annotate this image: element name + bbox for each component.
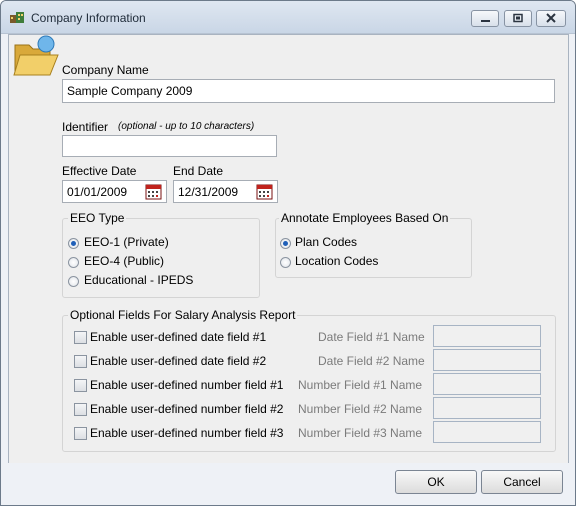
radio-educational-ipeds[interactable] — [68, 276, 79, 287]
cancel-button[interactable]: Cancel — [481, 470, 563, 494]
effective-date-input[interactable]: 01/01/2009 — [62, 180, 167, 203]
number-field-1-checkbox-label[interactable]: Enable user-defined number field #1 — [90, 378, 283, 392]
open-folder-icon — [12, 35, 60, 82]
company-app-icon — [9, 10, 25, 24]
calendar-icon[interactable] — [256, 183, 274, 201]
location-codes-label[interactable]: Location Codes — [295, 254, 378, 268]
radio-plan-codes[interactable] — [280, 238, 291, 249]
close-button[interactable] — [536, 10, 566, 27]
number-field-2-checkbox-label[interactable]: Enable user-defined number field #2 — [90, 402, 283, 416]
number-field-3-checkbox-label[interactable]: Enable user-defined number field #3 — [90, 426, 283, 440]
optional-fields-title: Optional Fields For Salary Analysis Repo… — [68, 308, 298, 322]
date-field-2-name-label: Date Field #2 Name — [318, 354, 425, 368]
number-field-1-name-label: Number Field #1 Name — [298, 378, 423, 392]
close-icon — [546, 13, 556, 23]
educational-ipeds-label[interactable]: Educational - IPEDS — [84, 273, 193, 287]
number-field-3-name-input[interactable] — [433, 421, 541, 443]
date-field-2-name-input[interactable] — [433, 349, 541, 371]
eeo1-label[interactable]: EEO-1 (Private) — [84, 235, 169, 249]
effective-date-value: 01/01/2009 — [67, 185, 128, 199]
company-name-input[interactable]: Sample Company 2009 — [62, 79, 555, 103]
radio-location-codes[interactable] — [280, 257, 291, 268]
checkbox-date-field-2[interactable] — [74, 355, 87, 368]
company-information-window: Company Information Company Name Sample … — [0, 0, 576, 506]
company-name-label: Company Name — [62, 63, 149, 77]
end-date-value: 12/31/2009 — [178, 185, 239, 199]
number-field-2-name-input[interactable] — [433, 397, 541, 419]
minimize-button[interactable] — [471, 10, 499, 27]
checkbox-number-field-1[interactable] — [74, 379, 87, 392]
number-field-3-name-label: Number Field #3 Name — [298, 426, 423, 440]
radio-eeo1[interactable] — [68, 238, 79, 249]
end-date-input[interactable]: 12/31/2009 — [173, 180, 278, 203]
identifier-label: Identifier — [62, 120, 109, 134]
date-field-2-checkbox-label[interactable]: Enable user-defined date field #2 — [90, 354, 266, 368]
identifier-input[interactable] — [62, 135, 277, 157]
effective-date-label: Effective Date — [62, 164, 137, 178]
dialog-body: Company Name Sample Company 2009 Identif… — [8, 34, 569, 464]
eeo4-label[interactable]: EEO-4 (Public) — [84, 254, 164, 268]
plan-codes-label[interactable]: Plan Codes — [295, 235, 357, 249]
checkbox-number-field-2[interactable] — [74, 403, 87, 416]
date-field-1-name-label: Date Field #1 Name — [318, 330, 425, 344]
restore-button[interactable] — [504, 10, 532, 27]
calendar-icon[interactable] — [145, 183, 163, 201]
annotate-title: Annotate Employees Based On — [279, 211, 451, 225]
window-title: Company Information — [31, 11, 146, 25]
restore-icon — [513, 13, 523, 23]
radio-eeo4[interactable] — [68, 257, 79, 268]
end-date-label: End Date — [173, 164, 224, 178]
number-field-1-name-input[interactable] — [433, 373, 541, 395]
identifier-hint: (optional - up to 10 characters) — [118, 121, 255, 132]
number-field-2-name-label: Number Field #2 Name — [298, 402, 423, 416]
eeo-type-title: EEO Type — [68, 211, 127, 225]
minimize-icon — [481, 20, 490, 22]
title-bar[interactable]: Company Information — [1, 1, 575, 34]
checkbox-number-field-3[interactable] — [74, 427, 87, 440]
date-field-1-checkbox-label[interactable]: Enable user-defined date field #1 — [90, 330, 266, 344]
dialog-footer: OK Cancel — [1, 463, 575, 505]
ok-button[interactable]: OK — [395, 470, 477, 494]
date-field-1-name-input[interactable] — [433, 325, 541, 347]
checkbox-date-field-1[interactable] — [74, 331, 87, 344]
